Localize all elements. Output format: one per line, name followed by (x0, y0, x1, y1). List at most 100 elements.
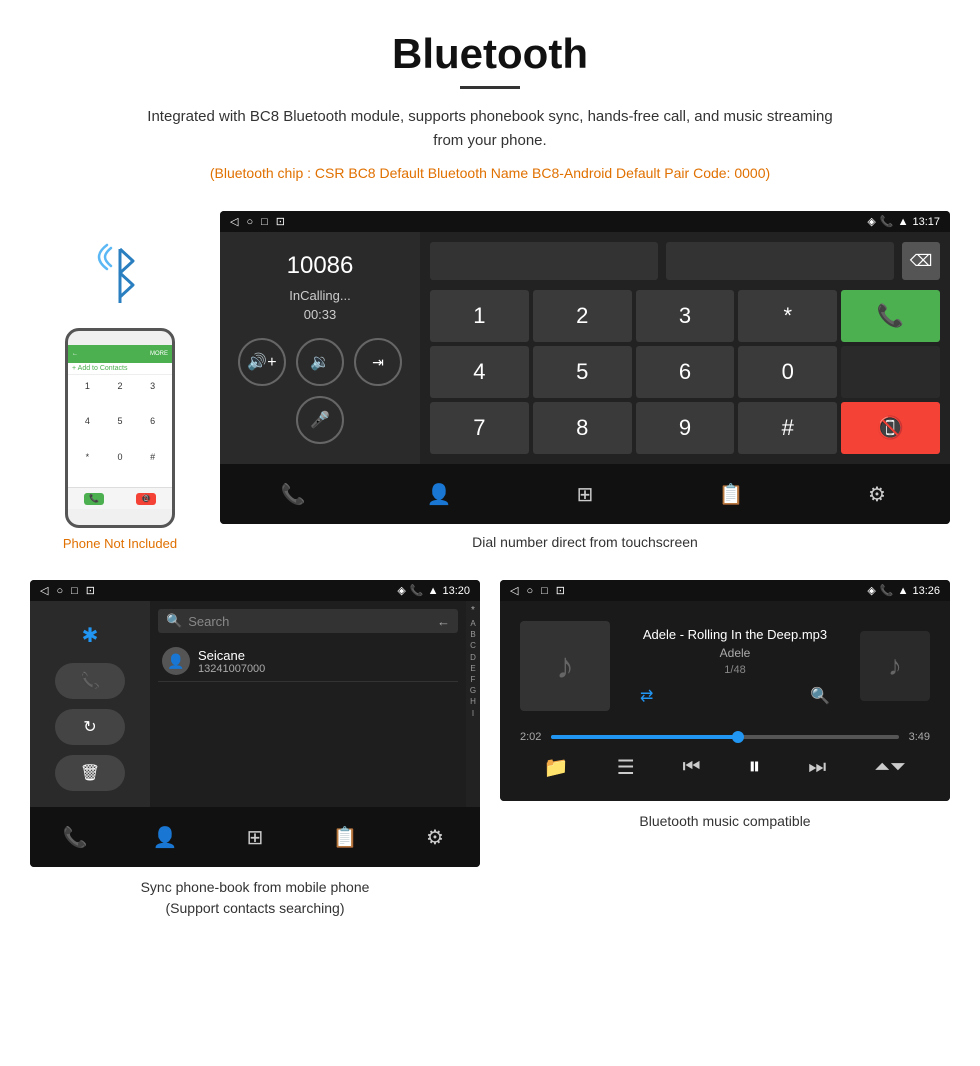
pb-home-icon: ○ (56, 585, 63, 597)
page-description: Integrated with BC8 Bluetooth module, su… (140, 105, 840, 153)
music-prev-btn[interactable]: ⏮ (682, 756, 700, 779)
mic-btn[interactable]: 🎤 (296, 396, 344, 444)
dialer-screenshot: ◁ ○ □ ⊡ ◈ 📞 ▲ 13:17 10086 InCalling... (220, 211, 950, 560)
pb-search-bar[interactable]: 🔍 Search ← (158, 609, 458, 633)
numpad: 1 2 3 * 📞 4 5 6 0 7 8 9 # 📵 (430, 290, 940, 454)
music-next-btn[interactable]: ⏭ (808, 756, 826, 779)
pb-nav-contacts-icon[interactable]: 👤 (145, 817, 185, 857)
phone-mock: ← MORE + Add to Contacts 1 2 3 4 5 6 * 0… (65, 328, 175, 528)
phone-num-2: 2 (105, 379, 136, 412)
music-status-left: ◁ ○ □ ⊡ (510, 584, 565, 597)
music-artist: Adele (630, 646, 840, 660)
pb-call-btn[interactable]: 📞 (55, 663, 125, 699)
orange-info-text: (Bluetooth chip : CSR BC8 Default Blueto… (20, 161, 960, 201)
nav-dialpad-icon[interactable]: ⊞ (565, 474, 605, 514)
phone-num-0: 0 (105, 450, 136, 483)
pb-search-placeholder: Search (188, 614, 229, 629)
numpad-key-6[interactable]: 6 (636, 346, 735, 398)
music-search-btn[interactable]: 🔍 (810, 686, 830, 706)
back-icon: ◁ (230, 215, 238, 228)
pb-screenshot-icon: ⊡ (86, 584, 95, 597)
phone-number-grid: 1 2 3 4 5 6 * 0 # (68, 375, 172, 487)
music-progress-fill (551, 735, 738, 739)
music-progress-bar (551, 735, 898, 739)
pb-main: 🔍 Search ← 👤 Seicane 13241007000 (150, 601, 480, 807)
pb-delete-btn[interactable]: 🗑 (55, 755, 125, 791)
pb-alpha-g[interactable]: G (470, 685, 476, 696)
transfer-btn[interactable]: ⇥ (354, 338, 402, 386)
phone-num-3: 3 (137, 379, 168, 412)
pb-alpha-c[interactable]: C (470, 640, 476, 651)
pb-alpha-f[interactable]: F (471, 674, 476, 685)
pb-alpha-d[interactable]: D (470, 652, 476, 663)
pb-nav-dialpad-icon[interactable]: ⊞ (235, 817, 275, 857)
call-status: InCalling... (289, 288, 350, 303)
phone-num-hash: # (137, 450, 168, 483)
backspace-btn[interactable]: ⌫ (902, 242, 940, 280)
numpad-key-5[interactable]: 5 (533, 346, 632, 398)
pb-call-icon: 📞 (410, 584, 424, 597)
pb-alpha-star: * (471, 605, 475, 616)
music-progress-area[interactable] (551, 735, 898, 739)
pb-sync-btn[interactable]: ↻ (55, 709, 125, 745)
music-time-total: 3:49 (909, 731, 930, 743)
pb-contact-item[interactable]: 👤 Seicane 13241007000 (158, 641, 458, 682)
pb-contact-info: Seicane 13241007000 (198, 648, 265, 675)
nav-contacts-icon[interactable]: 👤 (419, 474, 459, 514)
pb-nav-transfer-icon[interactable]: 📋 (325, 817, 365, 857)
numpad-key-2[interactable]: 2 (533, 290, 632, 342)
pb-alpha-i[interactable]: I (472, 708, 474, 719)
numpad-key-4[interactable]: 4 (430, 346, 529, 398)
numpad-empty-1 (841, 346, 940, 398)
numpad-key-8[interactable]: 8 (533, 402, 632, 454)
music-note-icon-main: ♪ (556, 645, 574, 687)
phone-top-bar: ← MORE (68, 345, 172, 363)
pb-bluetooth-btn[interactable]: ✱ (55, 617, 125, 653)
dialer-body: 10086 InCalling... 00:33 🔊+ 🔉 ⇥ 🎤 (220, 232, 950, 464)
numpad-key-hash[interactable]: # (738, 402, 837, 454)
phonebook-item: ◁ ○ □ ⊡ ◈ 📞 ▲ 13:20 ✱ 📞 ↻ (30, 580, 480, 919)
music-recent-icon: □ (541, 585, 548, 597)
music-track-count: 1/48 (630, 664, 840, 676)
music-progress-dot (732, 731, 744, 743)
pb-nav-call-icon[interactable]: 📞 (55, 817, 95, 857)
pb-alpha-a[interactable]: A (470, 618, 475, 629)
music-shuffle-btn[interactable]: ⇄ (640, 686, 653, 706)
pb-alpha-e[interactable]: E (470, 663, 475, 674)
call-icon: 📞 (880, 215, 894, 228)
pb-nav-settings-icon[interactable]: ⚙ (415, 817, 455, 857)
vol-down-btn[interactable]: 🔉 (296, 338, 344, 386)
page-title: Bluetooth (20, 30, 960, 78)
phone-hangup-btn[interactable]: 📵 (136, 493, 156, 505)
music-status-time: 13:26 (912, 585, 940, 597)
numpad-key-9[interactable]: 9 (636, 402, 735, 454)
pb-status-left: ◁ ○ □ ⊡ (40, 584, 95, 597)
music-back-icon: ◁ (510, 584, 518, 597)
phone-num-4: 4 (72, 414, 103, 447)
numpad-key-3[interactable]: 3 (636, 290, 735, 342)
nav-transfer-icon[interactable]: 📋 (711, 474, 751, 514)
music-equalizer-btn[interactable]: ⏶⏷ (874, 756, 906, 779)
pb-alphabet-bar: * A B C D E F G H I (466, 601, 480, 807)
pb-alpha-h[interactable]: H (470, 696, 476, 707)
phone-answer-btn[interactable]: 📞 (84, 493, 104, 505)
music-album-art-main: ♪ (520, 621, 610, 711)
numpad-key-7[interactable]: 7 (430, 402, 529, 454)
music-folder-btn[interactable]: 📁 (544, 755, 569, 780)
phone-contacts: + Add to Contacts (68, 363, 172, 375)
numpad-key-0[interactable]: 0 (738, 346, 837, 398)
music-screenshot: ◁ ○ □ ⊡ ◈ 📞 ▲ 13:26 ♪ (500, 580, 950, 801)
vol-up-btn[interactable]: 🔊+ (238, 338, 286, 386)
numpad-key-1[interactable]: 1 (430, 290, 529, 342)
music-note-icon-secondary: ♪ (888, 650, 902, 682)
dialer-controls: 🔊+ 🔉 ⇥ 🎤 (230, 338, 410, 444)
numpad-hangup-btn[interactable]: 📵 (841, 402, 940, 454)
numpad-call-btn[interactable]: 📞 (841, 290, 940, 342)
pb-alpha-b[interactable]: B (470, 629, 475, 640)
bluetooth-icon-wrap (95, 241, 145, 316)
music-list-btn[interactable]: ☰ (617, 755, 635, 780)
nav-settings-icon[interactable]: ⚙ (857, 474, 897, 514)
numpad-key-star[interactable]: * (738, 290, 837, 342)
music-play-pause-btn[interactable]: ⏸ (748, 753, 760, 781)
nav-call-icon[interactable]: 📞 (273, 474, 313, 514)
